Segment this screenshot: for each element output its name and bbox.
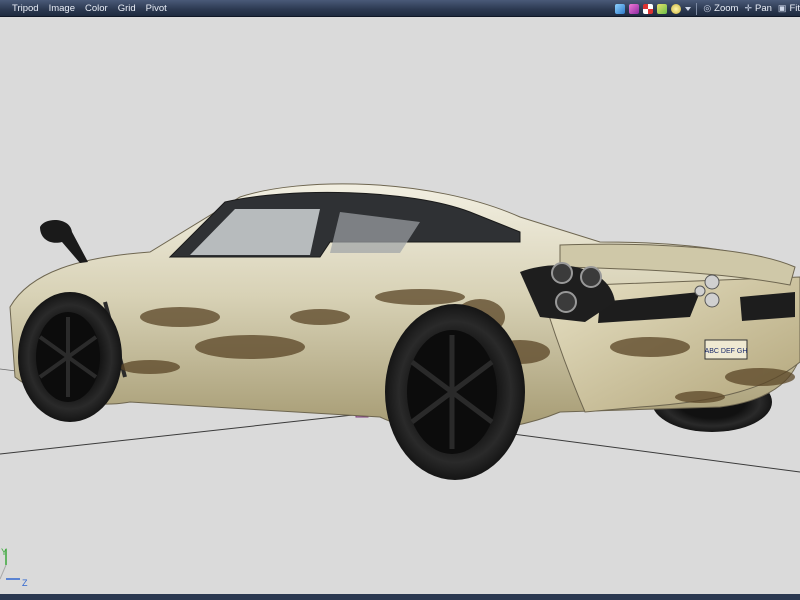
pan-icon: ✛ xyxy=(744,3,753,13)
menu-grid[interactable]: Grid xyxy=(113,0,141,17)
menu-pivot[interactable]: Pivot xyxy=(141,0,172,17)
fit-button[interactable]: ▣ Fit xyxy=(778,3,800,14)
fit-label: Fit xyxy=(789,3,800,14)
axis-z-label: Z xyxy=(22,578,28,588)
pan-label: Pan xyxy=(755,3,772,14)
toolbar-divider xyxy=(696,2,698,15)
rear-left-wheel xyxy=(385,304,525,480)
menu-tripod[interactable]: Tripod xyxy=(2,0,44,17)
zoom-button[interactable]: ◎ Zoom xyxy=(703,3,738,14)
checker-icon[interactable] xyxy=(643,3,654,14)
license-plate-text: ABC DEF GH xyxy=(705,348,748,355)
axis-y-label: Y xyxy=(1,547,7,557)
fit-icon: ▣ xyxy=(777,3,787,13)
brush-icon[interactable] xyxy=(615,3,626,14)
menu-list: Tripod Image Color Grid Pivot xyxy=(0,0,172,17)
dropdown-arrow-icon[interactable] xyxy=(685,6,692,11)
bottom-border xyxy=(0,594,800,600)
palette-icon[interactable] xyxy=(657,3,668,14)
menu-color[interactable]: Color xyxy=(80,0,113,17)
toolbar: ◎ Zoom ✛ Pan ▣ Fit xyxy=(613,0,800,17)
light-bulb-icon[interactable] xyxy=(671,3,682,14)
pan-button[interactable]: ✛ Pan xyxy=(744,3,771,14)
scene-render: ABC DEF GH Y Z xyxy=(0,183,800,588)
menu-bar: Tripod Image Color Grid Pivot ◎ Zoom ✛ P… xyxy=(0,0,800,17)
pen-icon[interactable] xyxy=(629,3,640,14)
zoom-icon: ◎ xyxy=(703,3,712,13)
axis-gizmo: Y Z xyxy=(0,547,28,588)
zoom-label: Zoom xyxy=(714,3,739,14)
front-left-wheel xyxy=(18,292,122,422)
menu-image[interactable]: Image xyxy=(44,0,80,17)
3d-viewport[interactable]: ABC DEF GH Y Z xyxy=(0,17,800,600)
